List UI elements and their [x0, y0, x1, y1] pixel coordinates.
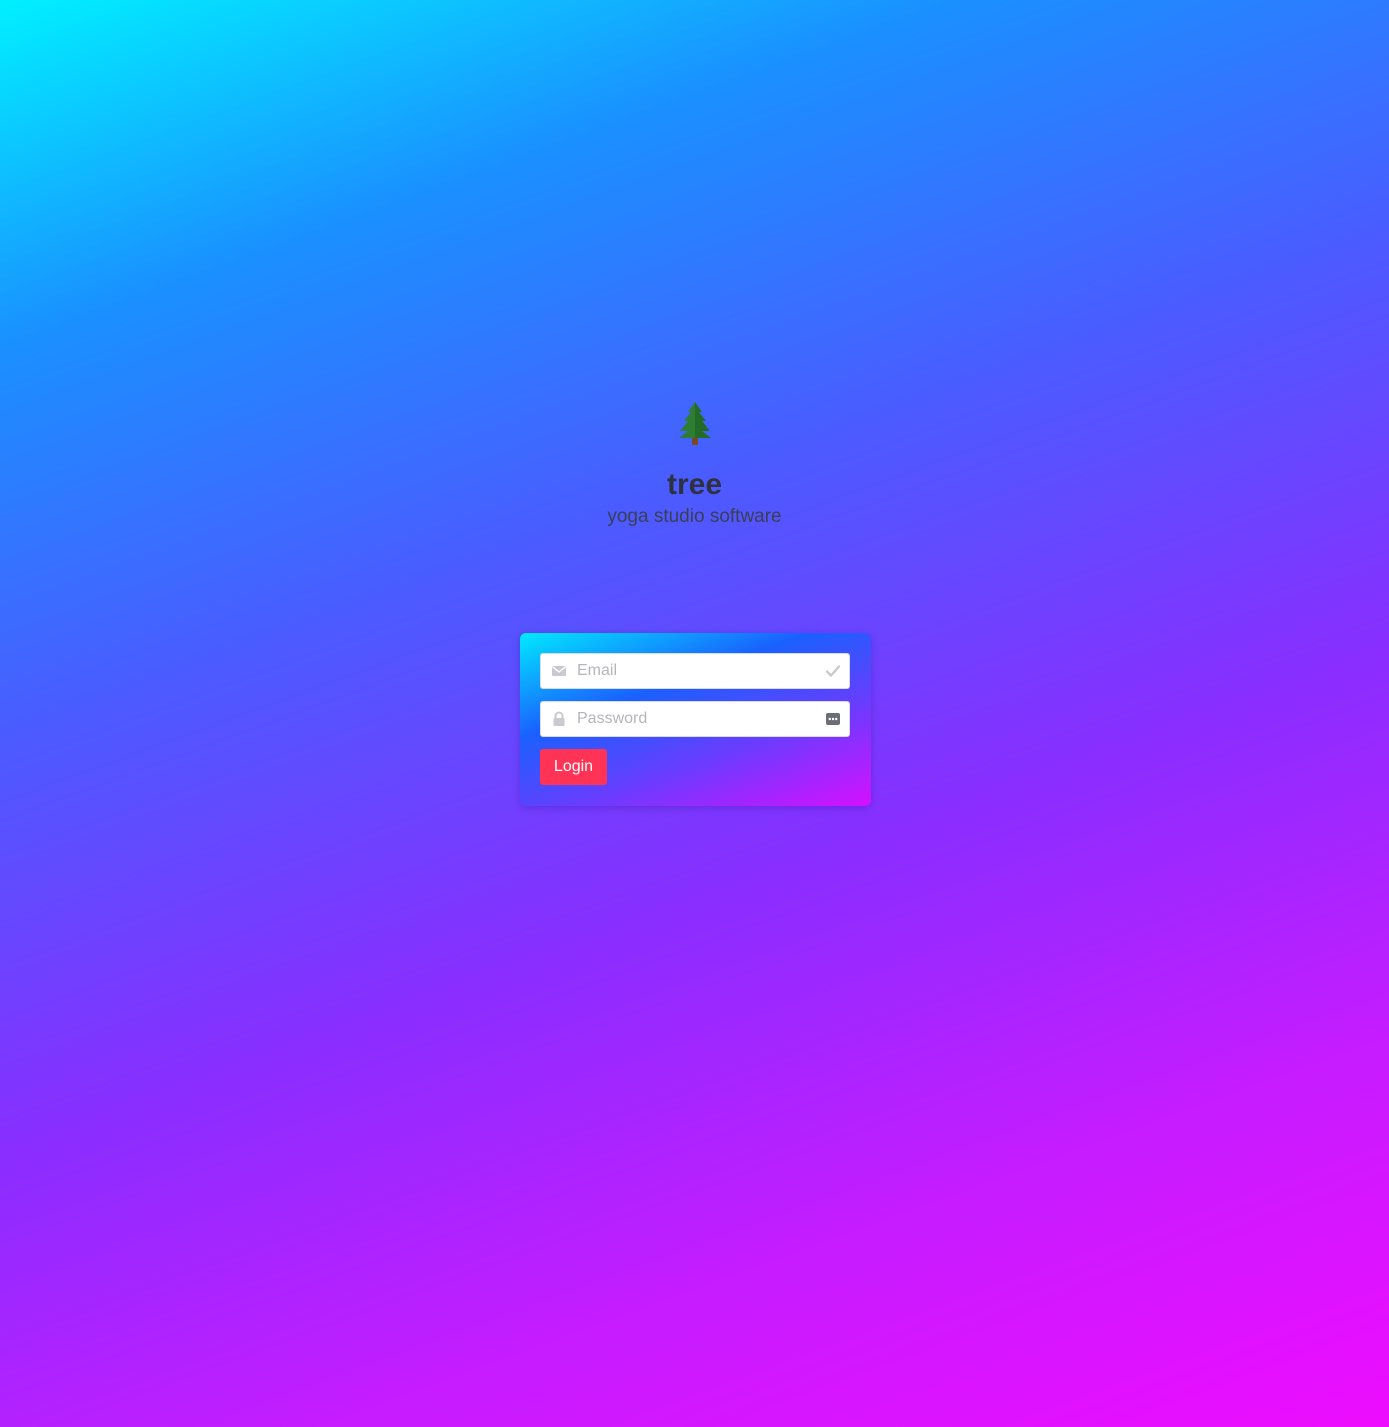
check-icon [825, 663, 841, 679]
login-form: Login [520, 633, 871, 806]
password-manager-icon[interactable] [825, 711, 841, 727]
password-field[interactable] [577, 702, 815, 736]
email-field[interactable] [577, 654, 815, 688]
lock-icon [551, 711, 567, 727]
brand-subtitle: yoga studio software [607, 506, 782, 527]
password-field-wrapper [540, 701, 850, 737]
brand-title: tree [666, 468, 723, 501]
tree-icon [675, 400, 715, 446]
login-button[interactable]: Login [540, 749, 607, 785]
envelope-icon [551, 663, 567, 679]
email-field-wrapper [540, 653, 850, 689]
brand-header: tree yoga studio software [0, 400, 1389, 529]
